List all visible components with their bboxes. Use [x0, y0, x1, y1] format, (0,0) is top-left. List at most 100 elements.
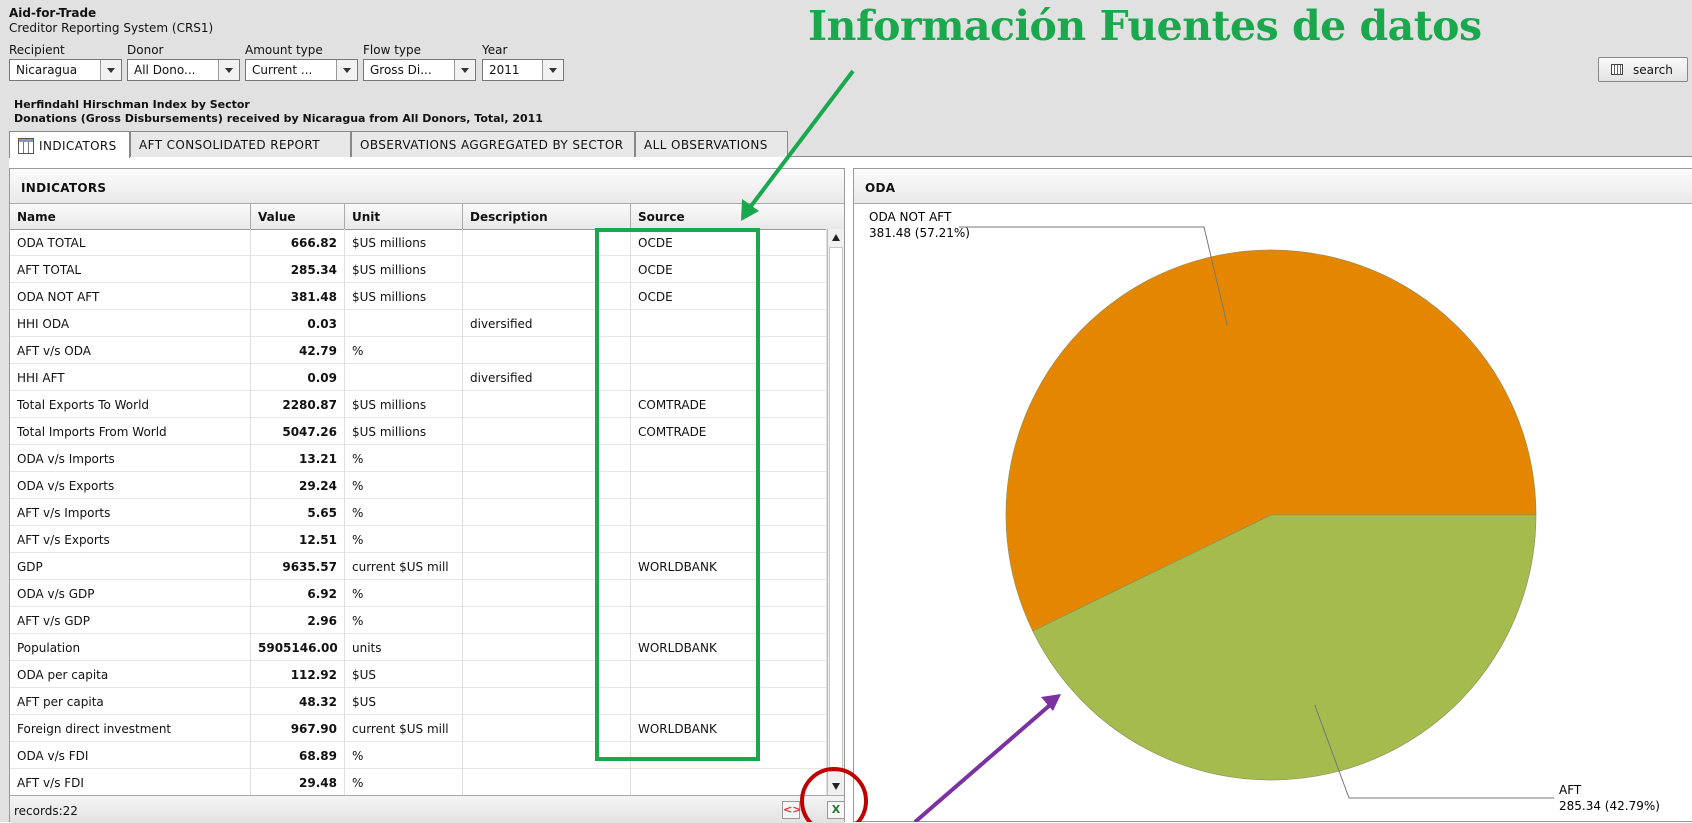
- search-button[interactable]: search: [1598, 57, 1688, 82]
- cell-unit: %: [345, 445, 463, 472]
- cell-unit: $US millions: [345, 256, 463, 283]
- tab-observations-aggregated-by-sector[interactable]: OBSERVATIONS AGGREGATED BY SECTOR: [351, 131, 635, 157]
- scroll-down-arrow-icon[interactable]: [828, 778, 844, 795]
- chevron-down-icon[interactable]: [100, 60, 121, 80]
- indicators-panel: INDICATORS Name Value Unit Description S…: [9, 168, 845, 823]
- cell-value: 0.09: [251, 364, 345, 391]
- cell-source: OCDE: [631, 256, 827, 283]
- table-row[interactable]: AFT v/s FDI 29.48%: [10, 769, 827, 795]
- cell-description: [463, 553, 631, 580]
- column-header-unit[interactable]: Unit: [345, 204, 463, 229]
- export-excel-icon[interactable]: X: [827, 801, 845, 819]
- tab-indicators-label: INDICATORS: [39, 139, 117, 153]
- table-row[interactable]: AFT per capita 48.32 $US: [10, 688, 827, 715]
- cell-name: ODA v/s GDP: [10, 580, 251, 607]
- cell-value: 2280.87: [251, 391, 345, 418]
- report-title: Herfindahl Hirschman Index by Sector: [14, 98, 250, 111]
- cell-unit: current $US mill: [345, 715, 463, 742]
- table-row[interactable]: ODA v/s GDP 6.92%: [10, 580, 827, 607]
- donor-value: All Dono...: [134, 63, 196, 77]
- table-row[interactable]: AFT v/s GDP 2.96%: [10, 607, 827, 634]
- cell-value: 9635.57: [251, 553, 345, 580]
- tab-all-observations[interactable]: ALL OBSERVATIONS: [635, 131, 788, 157]
- pie-label-value: 381.48 (57.21%): [869, 226, 970, 240]
- table-row[interactable]: AFT TOTAL 285.34 $US millions OCDE: [10, 256, 827, 283]
- chevron-down-icon[interactable]: [454, 60, 475, 80]
- cell-name: AFT TOTAL: [10, 256, 251, 283]
- table-row[interactable]: AFT v/s ODA 42.79%: [10, 337, 827, 364]
- table-row[interactable]: AFT v/s Imports 5.65%: [10, 499, 827, 526]
- table-row[interactable]: ODA TOTAL 666.82 $US millions OCDE: [10, 229, 827, 256]
- cell-unit: $US millions: [345, 391, 463, 418]
- cell-name: HHI ODA: [10, 310, 251, 337]
- cell-value: 42.79: [251, 337, 345, 364]
- table-row[interactable]: ODA NOT AFT 381.48 $US millions OCDE: [10, 283, 827, 310]
- cell-unit: %: [345, 769, 463, 795]
- cell-source: [631, 472, 827, 499]
- column-header-value[interactable]: Value: [251, 204, 345, 229]
- cell-description: [463, 607, 631, 634]
- table-row[interactable]: Population 5905146.00 units WORLDBANK: [10, 634, 827, 661]
- table-row[interactable]: HHI AFT 0.09 diversified: [10, 364, 827, 391]
- chevron-down-icon[interactable]: [218, 60, 239, 80]
- table-row[interactable]: Foreign direct investment 967.90 current $…: [10, 715, 827, 742]
- amount-type-select[interactable]: Current ...: [245, 59, 358, 81]
- cell-value: 2.96: [251, 607, 345, 634]
- cell-value: 6.92: [251, 580, 345, 607]
- cell-source: OCDE: [631, 283, 827, 310]
- cell-name: Total Imports From World: [10, 418, 251, 445]
- tab-all-observations-label: ALL OBSERVATIONS: [644, 138, 768, 152]
- table-row[interactable]: Total Exports To World 2280.87 $US million…: [10, 391, 827, 418]
- column-header-source[interactable]: Source: [631, 204, 844, 229]
- cell-description: [463, 580, 631, 607]
- flow-type-value: Gross Di...: [370, 63, 432, 77]
- cell-unit: %: [345, 580, 463, 607]
- cell-unit: %: [345, 472, 463, 499]
- chevron-down-icon[interactable]: [336, 60, 357, 80]
- year-select[interactable]: 2011: [482, 59, 564, 81]
- cell-name: AFT v/s GDP: [10, 607, 251, 634]
- donor-select[interactable]: All Dono...: [127, 59, 240, 81]
- flow-type-filter: Flow type Gross Di...: [363, 43, 476, 81]
- vertical-scrollbar[interactable]: [827, 229, 844, 795]
- cell-value: 5905146.00: [251, 634, 345, 661]
- cell-unit: %: [345, 526, 463, 553]
- table-row[interactable]: ODA v/s Exports 29.24%: [10, 472, 827, 499]
- cell-source: OCDE: [631, 229, 827, 256]
- table-row[interactable]: ODA per capita 112.92 $US: [10, 661, 827, 688]
- cell-value: 5047.26: [251, 418, 345, 445]
- cell-description: diversified: [463, 364, 631, 391]
- column-header-description[interactable]: Description: [463, 204, 631, 229]
- cell-value: 0.03: [251, 310, 345, 337]
- chevron-down-icon[interactable]: [542, 60, 563, 80]
- tab-indicators[interactable]: INDICATORS: [9, 131, 130, 158]
- cell-unit: $US millions: [345, 418, 463, 445]
- table-row[interactable]: AFT v/s Exports 12.51%: [10, 526, 827, 553]
- scroll-up-arrow-icon[interactable]: [828, 229, 844, 246]
- donor-label: Donor: [127, 43, 164, 57]
- cell-description: [463, 661, 631, 688]
- table-row[interactable]: ODA v/s FDI 68.89%: [10, 742, 827, 769]
- table-row[interactable]: HHI ODA 0.03 diversified: [10, 310, 827, 337]
- cell-description: [463, 634, 631, 661]
- recipient-select[interactable]: Nicaragua: [9, 59, 122, 81]
- cell-unit: %: [345, 499, 463, 526]
- table-row[interactable]: GDP 9635.57 current $US mill WORLDBANK: [10, 553, 827, 580]
- cell-name: Foreign direct investment: [10, 715, 251, 742]
- calendar-icon: [1611, 64, 1623, 75]
- cell-name: ODA v/s Exports: [10, 472, 251, 499]
- amount-type-label: Amount type: [245, 43, 323, 57]
- cell-source: [631, 688, 827, 715]
- cell-unit: $US millions: [345, 283, 463, 310]
- cell-unit: [345, 310, 463, 337]
- table-row[interactable]: ODA v/s Imports 13.21%: [10, 445, 827, 472]
- flow-type-select[interactable]: Gross Di...: [363, 59, 476, 81]
- tab-aft-consolidated-report[interactable]: AFT CONSOLIDATED REPORT: [130, 131, 351, 157]
- cell-name: ODA NOT AFT: [10, 283, 251, 310]
- cell-source: [631, 742, 827, 769]
- scroll-thumb[interactable]: [829, 247, 843, 772]
- export-pdf-icon[interactable]: <>: [782, 801, 801, 819]
- column-header-name[interactable]: Name: [10, 204, 251, 229]
- cell-description: [463, 472, 631, 499]
- table-row[interactable]: Total Imports From World 5047.26 $US milli…: [10, 418, 827, 445]
